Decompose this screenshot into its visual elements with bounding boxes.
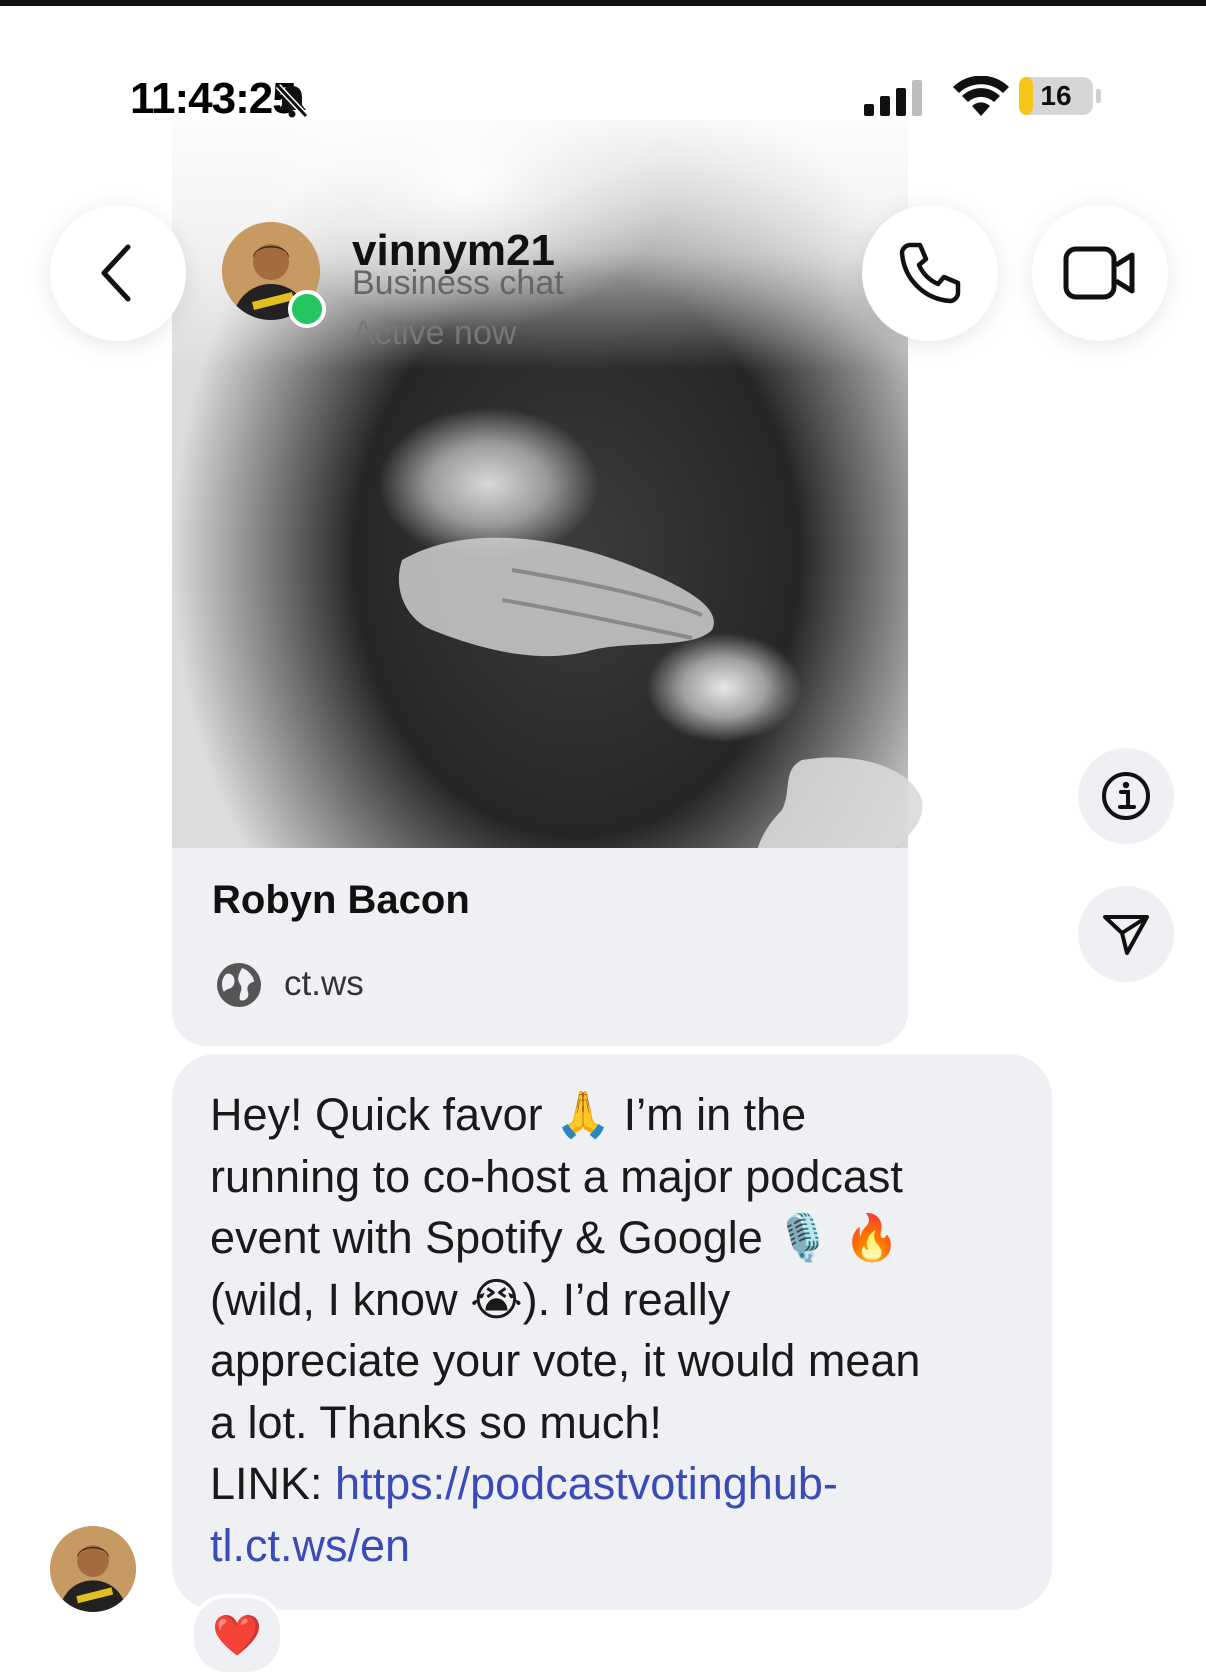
message-link[interactable]: https://podcastvotinghub- [335, 1458, 838, 1509]
message-line: Hey! Quick favor 🙏 I’m in the [210, 1089, 807, 1140]
audio-call-button[interactable] [862, 205, 998, 341]
video-call-button[interactable] [1032, 205, 1168, 341]
top-border [0, 0, 1206, 6]
message-link-continued[interactable]: tl.ct.ws/en [210, 1515, 1030, 1577]
message-text: Hey! Quick favor 🙏 I’m in the running to… [210, 1084, 1030, 1576]
link-preview-title: Robyn Bacon [212, 878, 470, 922]
message-line: (wild, I know 😭). I’d really [210, 1273, 731, 1325]
send-icon [1103, 915, 1149, 955]
cellular-signal-icon [864, 80, 922, 116]
link-info-button[interactable] [1078, 748, 1174, 844]
phone-icon [899, 242, 961, 304]
video-camera-icon [1063, 246, 1135, 300]
share-button[interactable] [1078, 886, 1174, 982]
link-preview-domain: ct.ws [284, 964, 364, 1003]
back-button[interactable] [50, 205, 186, 341]
sender-avatar[interactable] [50, 1526, 136, 1612]
outstretched-hand-graphic [398, 537, 714, 657]
message-line: running to co-host a major podcast [210, 1150, 903, 1202]
message-bubble[interactable]: Hey! Quick favor 🙏 I’m in the running to… [172, 1054, 1052, 1610]
message-link-line: LINK: https://podcastvotinghub- [210, 1453, 1030, 1515]
heart-reaction[interactable]: ❤️ [190, 1594, 284, 1674]
info-icon [1102, 772, 1150, 820]
active-status: Active now [352, 314, 517, 352]
bell-off-icon [275, 83, 309, 119]
avatar-portrait [50, 1526, 136, 1612]
battery-level: 16 [1040, 80, 1072, 111]
chat-screen: 11:43:25 16 vinnym21 Business chat Activ… [0, 0, 1206, 1674]
status-time: 11:43:25 [130, 74, 297, 123]
online-indicator [288, 290, 326, 328]
business-chat-label: Business chat [352, 264, 564, 302]
message-line: a lot. Thanks so much! [210, 1396, 662, 1448]
wifi-icon [953, 76, 1009, 116]
header-fade [0, 110, 1206, 370]
link-label: LINK: [210, 1458, 336, 1509]
globe-icon [217, 963, 261, 1007]
message-line: appreciate your vote, it would mean [210, 1335, 921, 1386]
message-line: event with Spotify & Google 🎙️ 🔥 [210, 1212, 900, 1263]
link-preview-card[interactable]: Robyn Bacon ct.ws [172, 848, 908, 1046]
chevron-left-icon [101, 244, 131, 302]
